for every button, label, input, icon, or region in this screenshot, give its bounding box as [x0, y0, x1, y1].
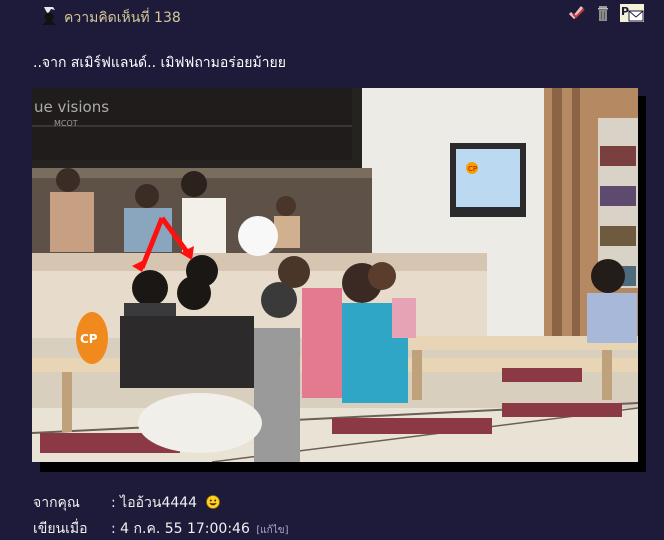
- author-label: จากคุณ: [33, 495, 80, 511]
- video-scene: CP CP ue visions MCOT: [32, 88, 638, 462]
- comment-number: ความคิดเห็นที่ 138: [64, 10, 181, 26]
- message-icon[interactable]: P: [620, 4, 644, 22]
- video-frame: CP CP ue visions MCOT: [32, 88, 638, 462]
- tv-logo: CP: [468, 165, 477, 173]
- comment-actions: P: [568, 4, 644, 22]
- video-watermark-sub: MCOT: [54, 119, 78, 128]
- edit-link[interactable]: [แก้ไข]: [256, 525, 288, 536]
- trash-icon[interactable]: [594, 4, 612, 22]
- video-watermark: ue visions: [34, 98, 109, 116]
- written-label: เขียนเมื่อ: [33, 521, 88, 537]
- comment-text: ..จาก สเมิร์ฟแลนด์.. เมิฟฟถามอร่อยม้ายย: [33, 55, 286, 71]
- avatar-icon: [42, 7, 56, 25]
- author-row: จากคุณ : ไออ้วน4444: [33, 492, 220, 514]
- check-icon[interactable]: [568, 4, 586, 22]
- written-timestamp: : 4 ก.ค. 55 17:00:46: [111, 521, 250, 537]
- svg-text:P: P: [621, 5, 629, 18]
- cushion-logo: CP: [80, 332, 98, 346]
- smile-icon: [205, 495, 220, 509]
- written-row: เขียนเมื่อ : 4 ก.ค. 55 17:00:46 [แก้ไข]: [33, 518, 288, 540]
- comment-header: ความคิดเห็นที่ 138 P: [0, 0, 664, 34]
- author-name: : ไออ้วน4444: [111, 495, 198, 511]
